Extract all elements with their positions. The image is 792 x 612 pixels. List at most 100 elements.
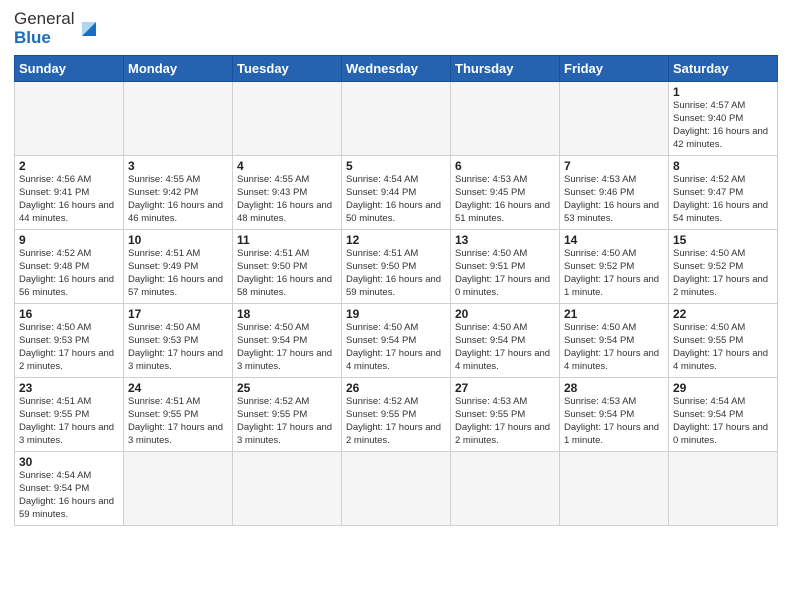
day-number: 16 xyxy=(19,307,119,321)
calendar-day-cell xyxy=(124,452,233,526)
day-number: 23 xyxy=(19,381,119,395)
calendar-day-cell: 27Sunrise: 4:53 AM Sunset: 9:55 PM Dayli… xyxy=(451,378,560,452)
calendar: SundayMondayTuesdayWednesdayThursdayFrid… xyxy=(14,55,778,526)
day-number: 3 xyxy=(128,159,228,173)
day-info: Sunrise: 4:50 AM Sunset: 9:51 PM Dayligh… xyxy=(455,248,555,299)
calendar-header-friday: Friday xyxy=(560,56,669,82)
calendar-header-saturday: Saturday xyxy=(669,56,778,82)
day-info: Sunrise: 4:56 AM Sunset: 9:41 PM Dayligh… xyxy=(19,174,119,225)
calendar-week-row: 16 Sunrise: 4:50 AM Sunset: 9:53 PM Dayli… xyxy=(15,304,778,378)
calendar-day-cell: 9Sunrise: 4:52 AM Sunset: 9:48 PM Daylig… xyxy=(15,230,124,304)
day-info: Sunrise: 4:55 AM Sunset: 9:42 PM Dayligh… xyxy=(128,174,228,225)
page: General Blue SundayMondayTuesdayWednesda… xyxy=(0,0,792,536)
day-info: Sunrise: 4:54 AM Sunset: 9:44 PM Dayligh… xyxy=(346,174,446,225)
day-info: Sunrise: 4:51 AM Sunset: 9:49 PM Dayligh… xyxy=(128,248,228,299)
calendar-day-cell: 13Sunrise: 4:50 AM Sunset: 9:51 PM Dayli… xyxy=(451,230,560,304)
logo-triangle-icon xyxy=(78,18,100,40)
day-number: 25 xyxy=(237,381,337,395)
calendar-day-cell xyxy=(233,82,342,156)
calendar-day-cell: 4Sunrise: 4:55 AM Sunset: 9:43 PM Daylig… xyxy=(233,156,342,230)
calendar-header-monday: Monday xyxy=(124,56,233,82)
day-info: Sunrise: 4:52 AM Sunset: 9:55 PM Dayligh… xyxy=(237,396,337,447)
day-number: 11 xyxy=(237,233,337,247)
day-info: Sunrise: 4:51 AM Sunset: 9:50 PM Dayligh… xyxy=(237,248,337,299)
calendar-day-cell xyxy=(124,82,233,156)
day-info: Sunrise: 4:50 AM Sunset: 9:53 PM Dayligh… xyxy=(128,322,228,373)
day-info: Sunrise: 4:54 AM Sunset: 9:54 PM Dayligh… xyxy=(673,396,773,447)
calendar-day-cell: 5Sunrise: 4:54 AM Sunset: 9:44 PM Daylig… xyxy=(342,156,451,230)
calendar-day-cell: 17Sunrise: 4:50 AM Sunset: 9:53 PM Dayli… xyxy=(124,304,233,378)
logo-general: General xyxy=(14,10,74,29)
day-number: 1 xyxy=(673,85,773,99)
day-info: Sunrise: 4:50 AM Sunset: 9:55 PM Dayligh… xyxy=(673,322,773,373)
calendar-week-row: 23 Sunrise: 4:51 AM Sunset: 9:55 PM Dayli… xyxy=(15,378,778,452)
calendar-day-cell: 10Sunrise: 4:51 AM Sunset: 9:49 PM Dayli… xyxy=(124,230,233,304)
day-info: Sunrise: 4:53 AM Sunset: 9:46 PM Dayligh… xyxy=(564,174,664,225)
calendar-day-cell: 23Sunrise: 4:51 AM Sunset: 9:55 PM Dayli… xyxy=(15,378,124,452)
calendar-day-cell: 18Sunrise: 4:50 AM Sunset: 9:54 PM Dayli… xyxy=(233,304,342,378)
calendar-day-cell xyxy=(342,82,451,156)
calendar-day-cell: 8Sunrise: 4:52 AM Sunset: 9:47 PM Daylig… xyxy=(669,156,778,230)
calendar-day-cell: 16Sunrise: 4:50 AM Sunset: 9:53 PM Dayli… xyxy=(15,304,124,378)
calendar-day-cell xyxy=(451,452,560,526)
calendar-day-cell: 1Sunrise: 4:57 AM Sunset: 9:40 PM Daylig… xyxy=(669,82,778,156)
calendar-week-row: 1Sunrise: 4:57 AM Sunset: 9:40 PM Daylig… xyxy=(15,82,778,156)
day-info: Sunrise: 4:54 AM Sunset: 9:54 PM Dayligh… xyxy=(19,470,119,521)
logo-text: General Blue xyxy=(14,10,74,47)
calendar-day-cell: 30Sunrise: 4:54 AM Sunset: 9:54 PM Dayli… xyxy=(15,452,124,526)
calendar-day-cell: 26Sunrise: 4:52 AM Sunset: 9:55 PM Dayli… xyxy=(342,378,451,452)
day-info: Sunrise: 4:50 AM Sunset: 9:54 PM Dayligh… xyxy=(346,322,446,373)
day-info: Sunrise: 4:50 AM Sunset: 9:52 PM Dayligh… xyxy=(673,248,773,299)
day-number: 8 xyxy=(673,159,773,173)
calendar-week-row: 30Sunrise: 4:54 AM Sunset: 9:54 PM Dayli… xyxy=(15,452,778,526)
calendar-week-row: 2Sunrise: 4:56 AM Sunset: 9:41 PM Daylig… xyxy=(15,156,778,230)
calendar-day-cell: 7Sunrise: 4:53 AM Sunset: 9:46 PM Daylig… xyxy=(560,156,669,230)
calendar-day-cell: 15Sunrise: 4:50 AM Sunset: 9:52 PM Dayli… xyxy=(669,230,778,304)
day-number: 29 xyxy=(673,381,773,395)
calendar-day-cell: 14Sunrise: 4:50 AM Sunset: 9:52 PM Dayli… xyxy=(560,230,669,304)
calendar-header-row: SundayMondayTuesdayWednesdayThursdayFrid… xyxy=(15,56,778,82)
calendar-header-tuesday: Tuesday xyxy=(233,56,342,82)
day-info: Sunrise: 4:53 AM Sunset: 9:45 PM Dayligh… xyxy=(455,174,555,225)
day-info: Sunrise: 4:51 AM Sunset: 9:55 PM Dayligh… xyxy=(128,396,228,447)
calendar-day-cell: 3Sunrise: 4:55 AM Sunset: 9:42 PM Daylig… xyxy=(124,156,233,230)
day-info: Sunrise: 4:50 AM Sunset: 9:54 PM Dayligh… xyxy=(455,322,555,373)
logo-blue: Blue xyxy=(14,29,74,48)
day-number: 27 xyxy=(455,381,555,395)
calendar-day-cell: 12Sunrise: 4:51 AM Sunset: 9:50 PM Dayli… xyxy=(342,230,451,304)
day-number: 22 xyxy=(673,307,773,321)
calendar-day-cell xyxy=(669,452,778,526)
day-info: Sunrise: 4:53 AM Sunset: 9:54 PM Dayligh… xyxy=(564,396,664,447)
calendar-header-thursday: Thursday xyxy=(451,56,560,82)
calendar-day-cell xyxy=(233,452,342,526)
day-info: Sunrise: 4:52 AM Sunset: 9:55 PM Dayligh… xyxy=(346,396,446,447)
day-number: 26 xyxy=(346,381,446,395)
calendar-day-cell: 11Sunrise: 4:51 AM Sunset: 9:50 PM Dayli… xyxy=(233,230,342,304)
calendar-day-cell: 19Sunrise: 4:50 AM Sunset: 9:54 PM Dayli… xyxy=(342,304,451,378)
day-info: Sunrise: 4:55 AM Sunset: 9:43 PM Dayligh… xyxy=(237,174,337,225)
day-info: Sunrise: 4:50 AM Sunset: 9:52 PM Dayligh… xyxy=(564,248,664,299)
header: General Blue xyxy=(14,10,778,47)
calendar-day-cell xyxy=(342,452,451,526)
day-number: 30 xyxy=(19,455,119,469)
day-info: Sunrise: 4:50 AM Sunset: 9:54 PM Dayligh… xyxy=(237,322,337,373)
day-number: 12 xyxy=(346,233,446,247)
day-number: 4 xyxy=(237,159,337,173)
calendar-day-cell: 29Sunrise: 4:54 AM Sunset: 9:54 PM Dayli… xyxy=(669,378,778,452)
day-info: Sunrise: 4:57 AM Sunset: 9:40 PM Dayligh… xyxy=(673,100,773,151)
day-number: 2 xyxy=(19,159,119,173)
day-info: Sunrise: 4:51 AM Sunset: 9:50 PM Dayligh… xyxy=(346,248,446,299)
calendar-header-sunday: Sunday xyxy=(15,56,124,82)
calendar-day-cell xyxy=(15,82,124,156)
day-number: 28 xyxy=(564,381,664,395)
calendar-day-cell: 6Sunrise: 4:53 AM Sunset: 9:45 PM Daylig… xyxy=(451,156,560,230)
day-number: 7 xyxy=(564,159,664,173)
day-info: Sunrise: 4:52 AM Sunset: 9:47 PM Dayligh… xyxy=(673,174,773,225)
day-number: 9 xyxy=(19,233,119,247)
day-number: 13 xyxy=(455,233,555,247)
calendar-day-cell: 2Sunrise: 4:56 AM Sunset: 9:41 PM Daylig… xyxy=(15,156,124,230)
day-number: 5 xyxy=(346,159,446,173)
day-number: 19 xyxy=(346,307,446,321)
day-number: 6 xyxy=(455,159,555,173)
day-info: Sunrise: 4:52 AM Sunset: 9:48 PM Dayligh… xyxy=(19,248,119,299)
